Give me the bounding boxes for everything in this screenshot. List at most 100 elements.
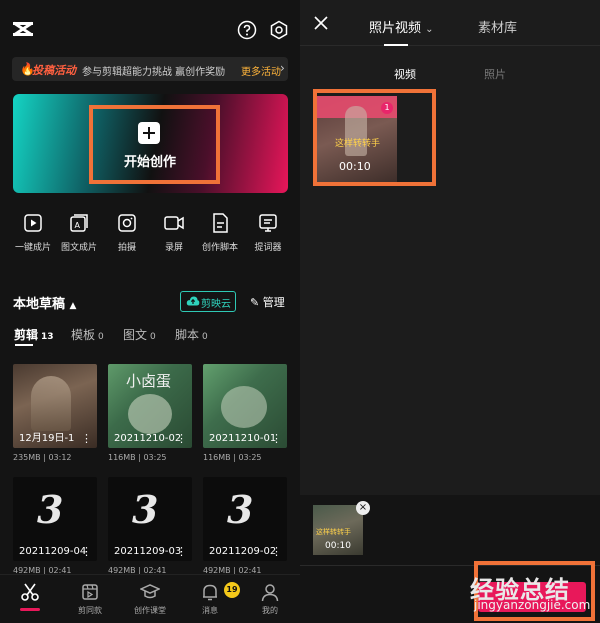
draft-size: 235MB [13,453,41,462]
manage-label: 管理 [262,296,285,309]
nav-label: 创作课堂 [134,606,166,615]
caret-up-icon: ▲ [69,301,77,311]
tab-photos-videos[interactable]: 照片视频 ⌄ [369,17,434,36]
banner-tag: 投稿活动 [32,64,76,77]
highlight-frame [89,105,220,184]
tab-count: 0 [98,332,104,342]
tool-teleprompter[interactable]: 提词器 [245,212,291,262]
tab-indicator [384,44,408,46]
notification-badge: 19 [224,582,240,598]
screen-record-icon [164,216,184,230]
tab-image-text[interactable]: 图文 0 [123,326,156,343]
draft-thumbnail[interactable]: 12月19日-1 ⋮ [13,364,97,448]
thumbnail-overlay-text: 3 [37,487,64,532]
draft-name: 20211209-04 [19,546,87,557]
manage-button[interactable]: ✎ 管理 [250,294,285,310]
draft-name: 20211209-02 [209,546,277,557]
more-activities-link[interactable]: 更多活动 [241,63,281,78]
nav-label: 剪同款 [78,606,102,615]
highlight-frame [313,89,436,186]
draft-size: 116MB [108,453,136,462]
teleprompter-icon [259,214,277,232]
draft-meta: 116MB | 03:25 [203,453,262,462]
svg-text:A: A [75,221,81,230]
profile-icon [261,584,279,602]
selected-caption: 这样转转手 [316,528,351,536]
nav-label: 我的 [262,606,278,615]
tab-templates[interactable]: 模板 0 [71,326,104,343]
draft-thumbnail[interactable]: 小卤蛋 20211210-02 ⋮ [108,364,192,448]
draft-thumbnail[interactable]: 3 20211209-02 ⋮ [203,477,287,561]
active-indicator [20,608,40,611]
template-icon [82,584,98,600]
tool-label: 提词器 [254,243,282,253]
remove-clip-icon[interactable]: × [356,501,370,515]
tool-text-to-video[interactable]: A 图文成片 [56,212,102,262]
chevron-down-icon: ⌄ [425,24,434,35]
tab-label: 剪辑 [14,328,39,342]
selected-duration: 00:10 [325,541,351,551]
more-options-icon[interactable]: ⋮ [81,432,92,445]
scissors-icon [21,583,39,601]
tab-material-library[interactable]: 素材库 [478,17,517,36]
draft-size: 116MB [203,453,231,462]
media-picker: 照片视频 ⌄ 素材库 视频 照片 1 这样转转手 00:10 这样转转手 00:… [300,0,600,623]
nav-edit[interactable] [0,575,60,623]
draft-name: 12月19日-1 [19,433,75,444]
tab-label: 脚本 [175,328,200,342]
nav-classroom[interactable]: 创作课堂 [120,575,180,623]
nav-profile[interactable]: 我的 [240,575,300,623]
tool-screen-record[interactable]: 录屏 [151,212,197,262]
nav-label: 消息 [202,606,218,615]
subtab-photos[interactable]: 照片 [484,66,506,82]
tool-script[interactable]: 创作脚本 [197,212,243,262]
watermark-url: jingyanzongjie.com [474,598,591,612]
more-options-icon[interactable]: ⋮ [271,545,282,558]
drafts-title[interactable]: 本地草稿 ▲ [13,293,76,312]
capcut-logo-icon [13,21,33,37]
text-to-video-icon: A [70,214,88,232]
one-click-video-icon [24,214,42,232]
draft-duration: 03:12 [48,453,72,462]
tab-scripts[interactable]: 脚本 0 [175,326,208,343]
close-icon[interactable] [312,14,330,32]
thumbnail-overlay-text: 小卤蛋 [126,372,172,390]
tab-count: 13 [41,332,54,342]
subtab-videos[interactable]: 视频 [394,66,416,82]
nav-templates[interactable]: 剪同款 [60,575,120,623]
draft-thumbnail[interactable]: 20211210-01 ⋮ [203,364,287,448]
draft-name: 20211210-01 [209,433,277,444]
banner-message: 参与剪辑超能力挑战 赢创作奖励 [82,67,226,78]
home-screen: 🔥 投稿活动 参与剪辑超能力挑战 赢创作奖励 更多活动 › 开始创作 一键成片 … [0,0,300,623]
tab-indicator [15,344,33,346]
selected-clip[interactable]: 这样转转手 00:10 [313,505,363,555]
cloud-button[interactable]: 剪映云 [180,291,236,312]
draft-thumbnail[interactable]: 3 20211209-04 ⋮ [13,477,97,561]
bell-icon [203,584,217,601]
pencil-icon: ✎ [250,296,260,309]
activity-banner[interactable]: 🔥 投稿活动 参与剪辑超能力挑战 赢创作奖励 更多活动 › [12,57,288,81]
thumbnail-overlay-text: 3 [132,487,159,532]
scene-figure [128,394,172,434]
graduation-cap-icon [140,584,160,599]
script-icon [213,213,228,233]
draft-thumbnail[interactable]: 3 20211209-03 ⋮ [108,477,192,561]
tool-camera[interactable]: 拍摄 [104,212,150,262]
scene-figure [31,376,71,431]
more-options-icon[interactable]: ⋮ [81,545,92,558]
tab-count: 0 [202,332,208,342]
chevron-right-icon: › [280,61,285,75]
more-options-icon[interactable]: ⋮ [176,545,187,558]
cloud-upload-icon [186,296,200,306]
more-options-icon[interactable]: ⋮ [271,432,282,445]
draft-meta: 116MB | 03:25 [108,453,167,462]
settings-icon[interactable] [269,20,289,40]
tool-one-click-video[interactable]: 一键成片 [10,212,56,262]
cloud-label: 剪映云 [201,299,231,310]
scene-figure [221,386,267,428]
tab-count: 0 [150,332,156,342]
help-icon[interactable] [237,20,257,40]
more-options-icon[interactable]: ⋮ [176,432,187,445]
tab-edit[interactable]: 剪辑 13 [14,326,54,343]
tab-label: 模板 [71,328,96,342]
